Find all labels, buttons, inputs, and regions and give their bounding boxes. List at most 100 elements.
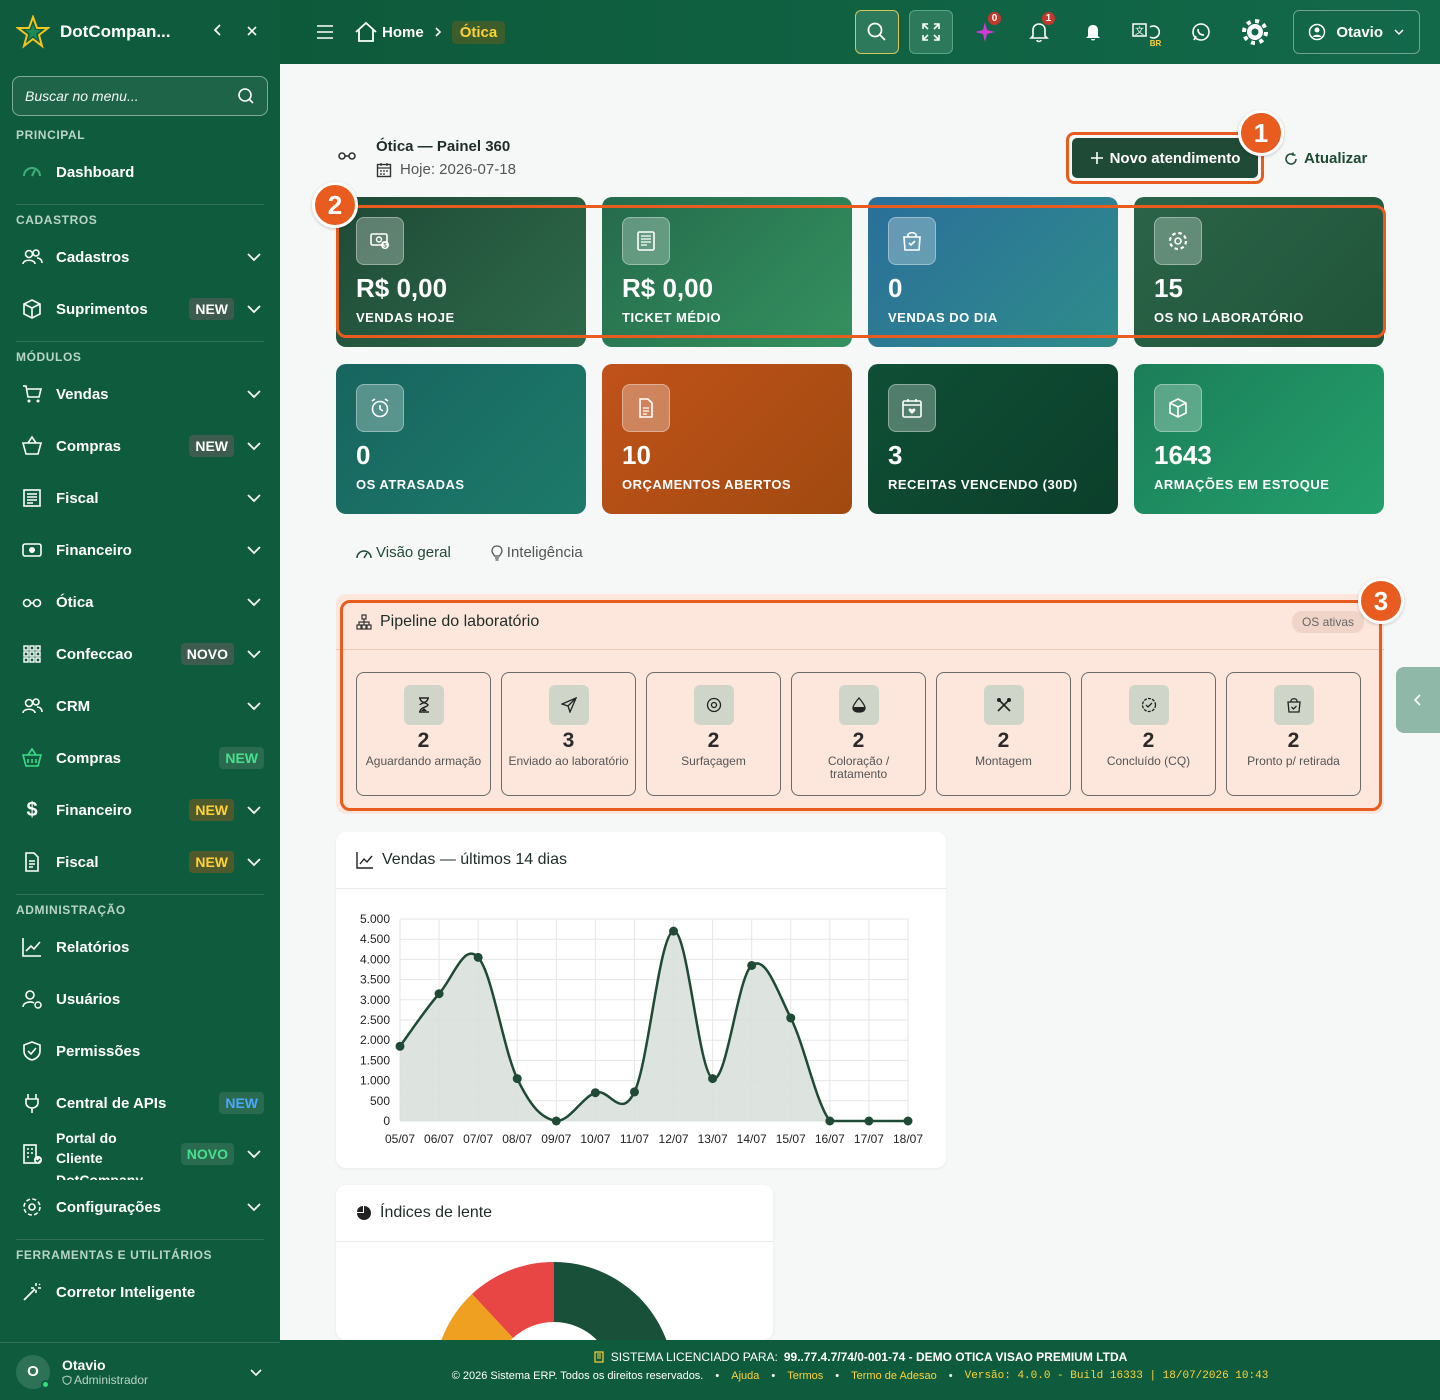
fullscreen-button[interactable]	[909, 10, 954, 54]
stage-surfacagem[interactable]: 2 Surfaçagem	[646, 672, 781, 796]
sidebar-item-compras-new[interactable]: Compras NEW	[0, 738, 280, 778]
novo-badge: NOVO	[180, 1143, 234, 1165]
ledger-icon	[20, 486, 44, 510]
kpi-card-vendas-hoje[interactable]: $ R$ 0,00 VENDAS HOJE	[336, 197, 586, 347]
stage-coloracao[interactable]: 2 Coloração / tratamento	[791, 672, 926, 796]
stage-pronto-retirada[interactable]: 2 Pronto p/ retirada	[1226, 672, 1361, 796]
side-drawer-tab[interactable]	[1396, 667, 1440, 733]
kpi-card-os-laboratorio[interactable]: 15 OS NO LABORATÓRIO	[1134, 197, 1384, 347]
sidebar-user[interactable]: O Otavio Administrador	[0, 1342, 280, 1400]
settings-button[interactable]	[1233, 10, 1277, 54]
terms-link[interactable]: Termos	[787, 1370, 823, 1382]
sidebar-item-confeccao[interactable]: Confeccao NOVO	[0, 634, 280, 674]
tab-inteligencia[interactable]: Inteligência	[491, 544, 583, 561]
data-point	[669, 926, 679, 936]
x-tick-label: 11/07	[620, 1132, 649, 1146]
kpi-value: 3	[888, 440, 903, 470]
sidebar-item-compras[interactable]: Compras NEW	[0, 426, 280, 466]
breadcrumb-home[interactable]: Home	[354, 21, 424, 43]
chevron-down-icon	[247, 702, 261, 711]
section-ferramentas: FERRAMENTAS E UTILITÁRIOS	[16, 1248, 213, 1262]
sidebar-item-label: Corretor Inteligente	[56, 1283, 196, 1301]
help-link[interactable]: Ajuda	[731, 1370, 759, 1382]
stage-concluido[interactable]: 2 Concluído (CQ)	[1081, 672, 1216, 796]
data-point	[551, 1116, 561, 1126]
sidebar-item-financeiro[interactable]: Financeiro	[0, 530, 280, 570]
close-icon	[247, 25, 257, 36]
ai-assistant-button[interactable]: 0	[963, 10, 1007, 54]
lens-index-title: Índices de lente	[380, 1204, 493, 1221]
pipeline-tag: OS ativas	[1291, 610, 1364, 633]
sidebar-item-otica[interactable]: Ótica	[0, 582, 280, 622]
section-principal: PRINCIPAL	[16, 128, 86, 142]
kpi-value: 15	[1154, 273, 1183, 303]
kpi-label: OS NO LABORATÓRIO	[1154, 310, 1304, 325]
sidebar-item-permissoes[interactable]: Permissões	[0, 1031, 280, 1071]
collapse-sidebar-button[interactable]	[206, 22, 230, 43]
pipeline-title: Pipeline do laboratório	[380, 612, 540, 630]
sidebar-item-dashboard[interactable]: Dashboard	[0, 152, 280, 192]
user-gear-icon	[20, 987, 44, 1011]
sidebar-item-vendas[interactable]: Vendas	[0, 374, 280, 414]
sidebar-item-relatorios[interactable]: Relatórios	[0, 927, 280, 967]
glasses-icon	[338, 152, 356, 160]
new-badge: NEW	[189, 799, 234, 821]
kpi-card-ticket-medio[interactable]: R$ 0,00 TICKET MÉDIO	[602, 197, 852, 347]
chart-line-icon	[20, 935, 44, 959]
tools-icon	[983, 685, 1024, 725]
whatsapp-button[interactable]	[1179, 10, 1223, 54]
menu-search-input[interactable]	[25, 88, 237, 104]
sidebar-item-configuracoes[interactable]: Configurações	[0, 1187, 280, 1227]
disc-icon	[693, 685, 734, 725]
alerts-button[interactable]	[1071, 10, 1115, 54]
y-tick-label: 1.500	[360, 1053, 390, 1067]
stage-value: 2	[997, 729, 1010, 752]
sidebar-item-portal-cliente[interactable]: Portal do Cliente DotCompany NOVO	[0, 1128, 280, 1180]
close-sidebar-button[interactable]	[240, 22, 264, 43]
pipeline-stages: 2 Aguardando armação 3 Enviado ao labora…	[356, 672, 1361, 796]
chevron-down-icon	[250, 1368, 262, 1376]
y-tick-label: 2.500	[360, 1013, 390, 1027]
divider	[16, 204, 264, 205]
sidebar-item-suprimentos[interactable]: Suprimentos NEW	[0, 289, 280, 329]
kpi-card-os-atrasadas[interactable]: 0 OS ATRASADAS	[336, 364, 586, 514]
sidebar-item-fiscal-new[interactable]: Fiscal NEW	[0, 842, 280, 882]
sidebar-item-usuarios[interactable]: Usuários	[0, 979, 280, 1019]
sidebar-item-fiscal[interactable]: Fiscal	[0, 478, 280, 518]
user-menu-button[interactable]: Otavio	[1293, 10, 1420, 54]
sidebar-item-label: Usuários	[56, 990, 121, 1008]
stage-value: 2	[852, 729, 865, 752]
separator: •	[771, 1370, 776, 1382]
avatar: O	[16, 1354, 50, 1389]
menu-search	[12, 76, 268, 116]
kpi-card-vendas-dia[interactable]: 0 VENDAS DO DIA	[868, 197, 1118, 347]
stage-aguardando-armacao[interactable]: 2 Aguardando armação	[356, 672, 491, 796]
data-point	[434, 989, 444, 999]
sidebar-item-cadastros[interactable]: Cadastros	[0, 237, 280, 277]
kpi-card-orcamentos[interactable]: 10 ORÇAMENTOS ABERTOS	[602, 364, 852, 514]
adhesion-link[interactable]: Termo de Adesao	[851, 1370, 937, 1382]
sidebar-item-central-apis[interactable]: Central de APIs NEW	[0, 1083, 280, 1123]
kpi-card-armacoes[interactable]: 1643 ARMAÇÕES EM ESTOQUE	[1134, 364, 1384, 514]
kpi-card-receitas[interactable]: 3 RECEITAS VENCENDO (30D)	[868, 364, 1118, 514]
sidebar-item-corretor[interactable]: Corretor Inteligente	[0, 1272, 280, 1312]
stage-montagem[interactable]: 2 Montagem	[936, 672, 1071, 796]
sidebar-item-financeiro-new[interactable]: $ Financeiro NEW	[0, 790, 280, 830]
refresh-button[interactable]: Atualizar	[1284, 150, 1367, 167]
data-point	[825, 1116, 835, 1126]
language-button[interactable]: 文 BR	[1125, 10, 1169, 54]
novo-badge: NOVO	[180, 643, 234, 665]
search-icon[interactable]	[237, 87, 255, 105]
new-service-button[interactable]: Novo atendimento	[1072, 138, 1258, 178]
hamburger-menu-button[interactable]	[316, 25, 334, 39]
tab-visao-geral[interactable]: Visão geral	[356, 544, 451, 561]
sidebar-item-label: Compras	[56, 749, 122, 767]
data-point	[395, 1041, 405, 1051]
stage-enviado-laboratorio[interactable]: 3 Enviado ao laboratório	[501, 672, 636, 796]
sales-line-chart: 0 500 1.000 1.500 2.000 2.500 3.000 3.500 4.000 4…	[360, 912, 923, 1146]
chevron-down-icon	[247, 546, 261, 555]
global-search-button[interactable]	[855, 10, 900, 54]
new-service-highlight: Novo atendimento	[1066, 132, 1264, 184]
notifications-button[interactable]: 1	[1017, 10, 1061, 54]
sidebar-item-crm[interactable]: CRM	[0, 686, 280, 726]
